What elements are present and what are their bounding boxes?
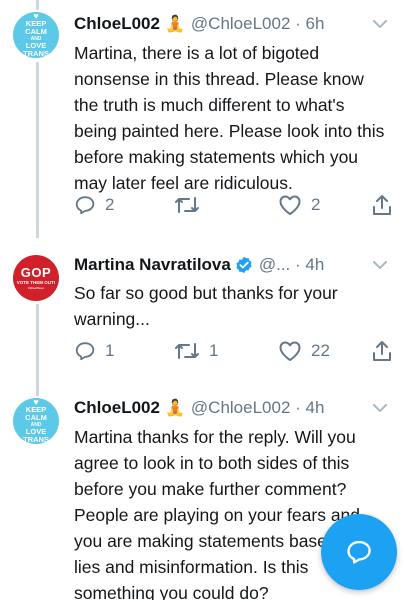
handle-time[interactable]: @ChloeL002 · 6h [191,14,325,34]
chevron-down-icon[interactable] [369,12,389,36]
tweet-header: ChloeL002 🧘 @ChloeL002 · 6h [74,12,389,36]
retweet-button[interactable] [174,193,209,217]
person-emoji-icon: 🧘 [164,16,185,33]
avatar-text: CALM [25,413,47,422]
compose-reply-button[interactable] [321,514,397,590]
retweet-icon [175,343,199,359]
display-name[interactable]: ChloeL002 [74,14,160,34]
avatar[interactable]: GOP VOTE THEM OUT! #BlueWave [13,255,59,301]
avatar[interactable]: ♥ KEEP CALM AND LOVE TRANS [13,12,59,58]
share-button[interactable] [372,193,392,217]
heart-icon [279,195,301,215]
tweet-text: So far so good but thanks for your warni… [74,283,338,329]
retweet-button[interactable]: 1 [174,339,218,363]
like-count: 22 [311,341,330,360]
tweet-header: ChloeL002 🧘 @ChloeL002 · 4h [74,396,389,420]
share-icon [373,195,391,215]
avatar-text: GOP [20,265,52,280]
retweet-count: 1 [209,341,219,360]
reply-button[interactable]: 2 [74,193,114,217]
like-button[interactable]: 2 [278,193,320,217]
tweet[interactable]: ♥ KEEP CALM AND LOVE TRANS ChloeL002 🧘 @… [0,0,403,230]
action-bar: 1 1 22 [74,339,392,363]
avatar-text: #BlueWave [28,286,44,290]
person-emoji-icon: 🧘 [164,400,185,417]
avatar-text: CALM [25,27,47,36]
action-bar: 2 2 [74,193,392,217]
like-button[interactable]: 22 [278,339,330,363]
chevron-down-icon[interactable] [369,396,389,420]
avatar-text: TRANS [23,49,49,58]
reply-button[interactable]: 1 [74,339,114,363]
tweet[interactable]: GOP VOTE THEM OUT! #BlueWave Martina Nav… [0,245,403,375]
chevron-down-icon[interactable] [369,253,389,277]
share-icon [373,341,391,361]
reply-icon [75,342,95,361]
reply-count: 2 [105,195,115,214]
tweet-text: Martina, there is a lot of bigoted nonse… [74,43,385,193]
retweet-icon [175,197,199,213]
reply-icon [75,196,95,215]
display-name[interactable]: ChloeL002 [74,398,160,418]
reply-count: 1 [105,341,115,360]
handle-time[interactable]: @... · 4h [259,255,324,275]
display-name[interactable]: Martina Navratilova [74,255,231,275]
compose-reply-icon [347,540,371,564]
avatar[interactable]: ♥ KEEP CALM AND LOVE TRANS [13,398,59,444]
share-button[interactable] [372,339,392,363]
heart-icon [279,341,301,361]
avatar-text: TRANS [23,435,49,444]
handle-time[interactable]: @ChloeL002 · 4h [191,398,325,418]
verified-badge-icon [235,256,253,274]
tweet-header: Martina Navratilova @... · 4h [74,253,389,277]
like-count: 2 [311,195,321,214]
